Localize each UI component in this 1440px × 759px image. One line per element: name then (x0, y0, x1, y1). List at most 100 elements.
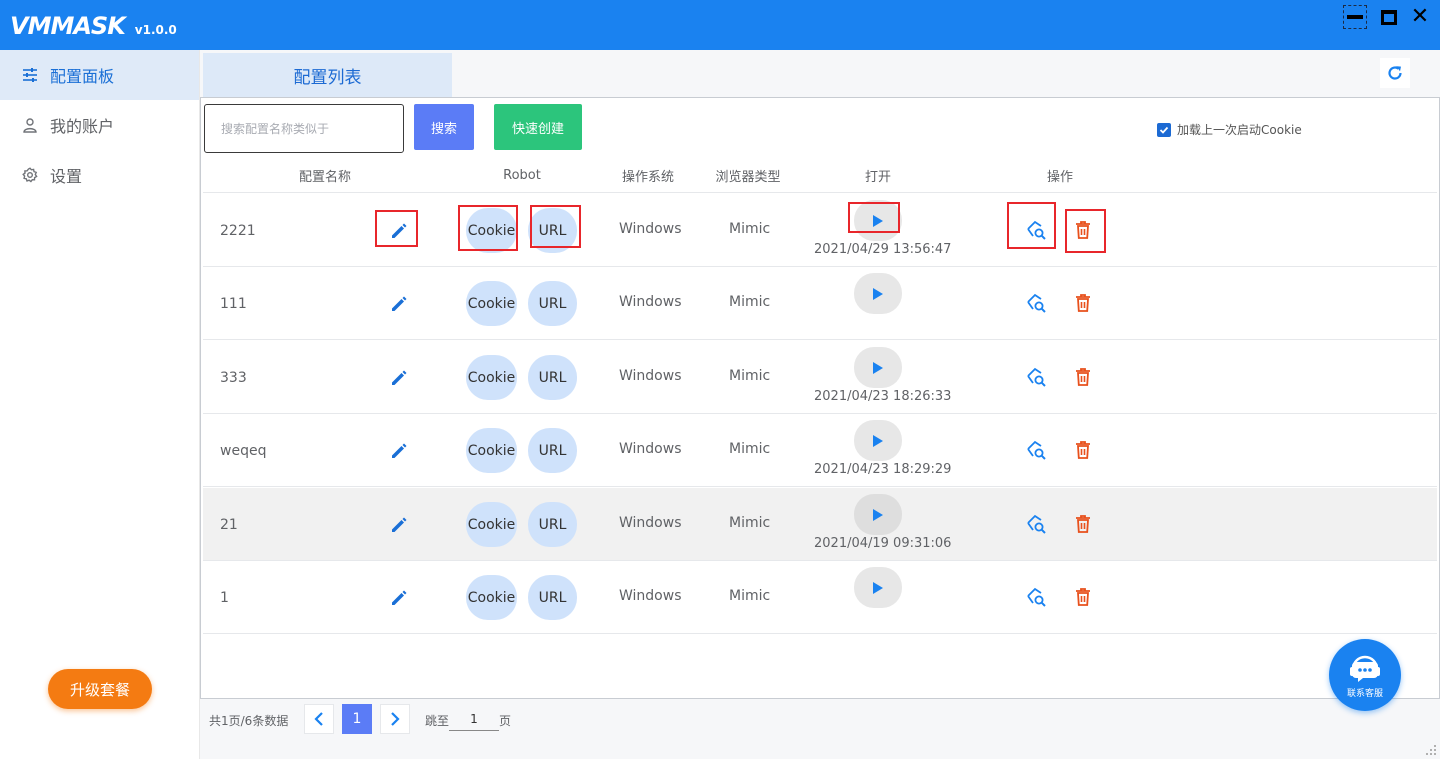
pencil-icon (392, 370, 407, 385)
column-header-browser: 浏览器类型 (715, 169, 781, 185)
inspect-search-icon (1027, 367, 1046, 387)
load-cookie-checkbox[interactable] (1157, 122, 1171, 137)
sidebar-item-my-account[interactable]: 我的账户 (0, 100, 199, 150)
user-icon (22, 117, 38, 133)
url-button[interactable]: URL (528, 575, 577, 620)
contact-support-label: 联系客服 (1346, 688, 1383, 699)
edit-button[interactable] (386, 293, 412, 315)
delete-button[interactable] (1073, 219, 1093, 241)
url-button[interactable]: URL (528, 355, 577, 400)
config-name: 333 (220, 369, 247, 386)
goto-page-input[interactable]: 1 (449, 709, 499, 731)
cookie-button[interactable]: Cookie (466, 355, 517, 400)
inspect-search-icon (1027, 587, 1046, 607)
gear-icon (22, 167, 38, 183)
delete-button[interactable] (1073, 292, 1093, 314)
pagination-summary: 共1页/6条数据 (209, 714, 289, 728)
app-version: v1.0.0 (134, 23, 177, 37)
minimize-button[interactable] (1343, 5, 1367, 29)
open-button[interactable] (854, 347, 902, 388)
open-button[interactable] (854, 494, 902, 535)
last-opened-time: 2021/04/19 09:31:06 (814, 536, 952, 551)
url-button[interactable]: URL (528, 428, 577, 473)
play-icon (873, 434, 883, 447)
next-page-button[interactable] (380, 704, 410, 734)
quick-create-button[interactable]: 快速创建 (494, 104, 582, 150)
table-row: weqeq Cookie URL Windows Mimic 2021/04/23 18:… (203, 414, 1437, 487)
url-button[interactable]: URL (528, 208, 577, 253)
load-cookie-option[interactable]: 加载上一次启动Cookie (1157, 121, 1302, 138)
url-button[interactable]: URL (528, 281, 577, 326)
chevron-left-icon (314, 712, 323, 726)
trash-icon (1076, 368, 1090, 386)
inspect-search-icon (1027, 220, 1046, 240)
cookie-button[interactable]: Cookie (466, 428, 517, 473)
edit-button[interactable] (386, 367, 412, 389)
config-name: 21 (220, 516, 238, 533)
inspect-button[interactable] (1024, 365, 1048, 389)
last-opened-time: 2021/04/23 18:29:29 (814, 462, 952, 477)
cookie-button[interactable]: Cookie (466, 502, 517, 547)
sidebar-item-settings[interactable]: 设置 (0, 150, 199, 200)
table-row: 111 Cookie URL Windows Mimic (203, 267, 1437, 340)
minimize-icon (1347, 15, 1363, 19)
page-number-current[interactable]: 1 (342, 704, 372, 734)
inspect-button[interactable] (1024, 512, 1048, 536)
resize-grip-icon[interactable] (1425, 744, 1437, 756)
sidebar-item-label: 配置面板 (50, 67, 115, 86)
cookie-button[interactable]: Cookie (466, 208, 517, 253)
sidebar-item-config-panel[interactable]: 配置面板 (0, 50, 199, 100)
os-value: Windows (619, 514, 682, 531)
config-name: 111 (220, 295, 247, 312)
play-icon (873, 214, 883, 227)
trash-icon (1076, 588, 1090, 606)
prev-page-button[interactable] (304, 704, 334, 734)
sidebar-item-label: 设置 (50, 167, 83, 186)
edit-button[interactable] (386, 514, 412, 536)
sliders-icon (22, 67, 38, 83)
delete-button[interactable] (1073, 439, 1093, 461)
open-button[interactable] (854, 273, 902, 314)
contact-support-button[interactable]: 联系客服 (1329, 639, 1401, 711)
inspect-button[interactable] (1024, 218, 1048, 242)
delete-button[interactable] (1073, 586, 1093, 608)
pencil-icon (392, 223, 407, 238)
edit-button[interactable] (386, 587, 412, 609)
open-button[interactable] (854, 567, 902, 608)
inspect-button[interactable] (1024, 438, 1048, 462)
browser-type-value: Mimic (729, 587, 771, 604)
inspect-button[interactable] (1024, 585, 1048, 609)
table-row: 21 Cookie URL Windows Mimic 2021/04/19 09:31:… (203, 488, 1437, 561)
delete-button[interactable] (1073, 366, 1093, 388)
browser-type-value: Mimic (729, 440, 771, 457)
search-input[interactable] (204, 104, 404, 153)
config-name: 2221 (220, 222, 256, 239)
edit-button[interactable] (386, 220, 412, 242)
cookie-button[interactable]: Cookie (466, 281, 517, 326)
open-button[interactable] (854, 200, 902, 241)
search-button[interactable]: 搜索 (414, 104, 474, 150)
edit-button[interactable] (386, 440, 412, 462)
trash-icon (1076, 294, 1090, 312)
delete-button[interactable] (1073, 513, 1093, 535)
column-header-os: 操作系统 (621, 169, 674, 185)
close-button[interactable]: ✕ (1408, 5, 1432, 29)
inspect-button[interactable] (1024, 291, 1048, 315)
maximize-button[interactable] (1377, 5, 1401, 29)
tab-config-list[interactable]: 配置列表 (203, 53, 452, 97)
play-icon (873, 508, 883, 521)
goto-label: 跳至 (425, 714, 450, 728)
open-button[interactable] (854, 420, 902, 461)
browser-type-value: Mimic (729, 293, 771, 310)
load-cookie-label: 加载上一次启动Cookie (1177, 123, 1302, 137)
inspect-search-icon (1027, 293, 1046, 313)
os-value: Windows (619, 367, 682, 384)
pencil-icon (392, 443, 407, 458)
trash-icon (1076, 441, 1090, 459)
refresh-button[interactable] (1380, 58, 1410, 88)
url-button[interactable]: URL (528, 502, 577, 547)
cookie-button[interactable]: Cookie (466, 575, 517, 620)
pencil-icon (392, 590, 407, 605)
trash-icon (1076, 515, 1090, 533)
upgrade-plan-button[interactable]: 升级套餐 (48, 669, 152, 709)
